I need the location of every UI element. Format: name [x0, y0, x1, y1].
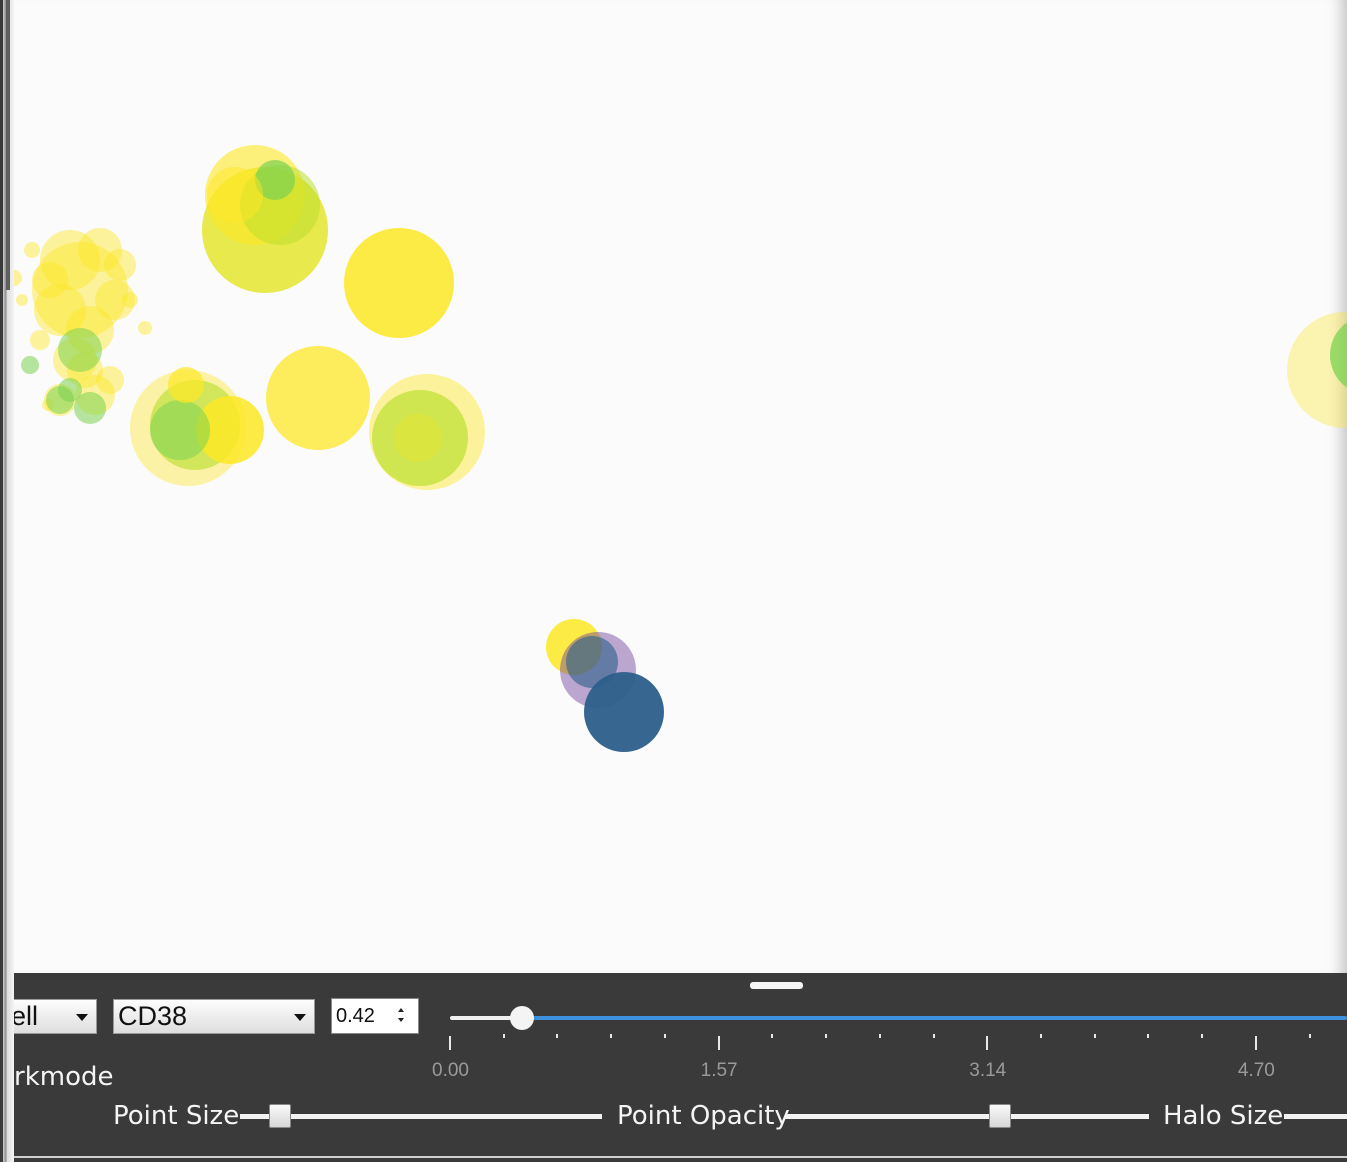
scatter-point	[104, 249, 136, 281]
scatter-point	[32, 262, 68, 298]
scatter-point	[138, 321, 152, 335]
scatter-point	[58, 328, 102, 372]
point-opacity-label: Point Opacity	[617, 1101, 790, 1131]
slider-tick	[986, 1036, 989, 1050]
marker-dropdown[interactable]: CD38	[113, 999, 315, 1034]
scatter-canvas[interactable]	[14, 0, 1347, 973]
scatter-point	[16, 294, 28, 306]
scatter-point	[21, 356, 39, 374]
slider-tick	[1039, 1034, 1042, 1038]
threshold-value: 0.42	[336, 1005, 375, 1027]
slider-tick	[663, 1034, 666, 1038]
scatter-point	[266, 346, 370, 450]
slider-tick	[1308, 1034, 1311, 1038]
point-opacity-slider-thumb[interactable]	[988, 1104, 1011, 1128]
threshold-slider-thumb[interactable]	[509, 1006, 534, 1030]
slider-tick	[1201, 1034, 1204, 1038]
slider-tick	[502, 1034, 505, 1038]
slider-tick-label: 0.00	[432, 1060, 469, 1081]
scatter-point	[30, 330, 50, 350]
cell-type-dropdown[interactable]: ell	[14, 999, 97, 1034]
scatter-point	[24, 242, 40, 258]
point-opacity-slider[interactable]	[785, 1114, 1149, 1119]
slider-tick-label: 1.57	[700, 1060, 738, 1081]
marker-value: CD38	[118, 1001, 188, 1031]
slider-tick	[878, 1034, 881, 1038]
slider-tick	[1147, 1034, 1150, 1038]
point-size-slider[interactable]	[240, 1114, 602, 1119]
darkmode-label[interactable]: rkmode	[14, 1062, 113, 1092]
slider-tick	[449, 1036, 451, 1050]
slider-tick	[1093, 1034, 1096, 1038]
point-size-slider-thumb[interactable]	[268, 1104, 291, 1128]
chevron-down-icon	[76, 1014, 88, 1021]
panel-bottom-border	[14, 1152, 1347, 1162]
point-size-label: Point Size	[113, 1101, 240, 1131]
threshold-spinbox[interactable]: 0.42	[331, 998, 419, 1034]
left-scrollbar[interactable]	[0, 0, 14, 1162]
scatter-point	[394, 414, 442, 462]
scrollbar-thumb[interactable]	[6, 0, 10, 290]
slider-tick-label: 4.70	[1237, 1060, 1275, 1081]
scatter-point	[14, 270, 22, 286]
scatter-point	[584, 672, 664, 752]
panel-resize-handle[interactable]	[750, 982, 803, 989]
slider-tick	[717, 1036, 720, 1050]
slider-tick	[610, 1034, 613, 1038]
halo-size-slider[interactable]	[1284, 1114, 1347, 1119]
slider-tick	[1254, 1036, 1257, 1050]
slider-tick-label: 3.14	[969, 1060, 1007, 1081]
control-panel: ell CD38 0.42 0.00 1.57 3.14 4.70 rkmode Po…	[14, 973, 1347, 1162]
scatter-point	[344, 228, 454, 338]
slider-tick	[771, 1034, 774, 1038]
scatter-point	[168, 367, 204, 403]
spin-down-icon[interactable]	[398, 1018, 404, 1022]
spin-up-icon[interactable]	[398, 1008, 404, 1012]
scatter-point	[46, 386, 74, 414]
scatter-point	[122, 292, 138, 308]
slider-tick	[932, 1034, 935, 1038]
chevron-down-icon	[294, 1014, 306, 1021]
threshold-slider-track[interactable]	[521, 1016, 1347, 1020]
scatter-point	[150, 400, 210, 460]
scatter-plot[interactable]	[14, 0, 1347, 973]
cell-type-value: ell	[14, 1001, 39, 1031]
slider-tick	[556, 1034, 559, 1038]
slider-tick	[825, 1034, 828, 1038]
scatter-point	[207, 167, 263, 223]
halo-size-label: Halo Size	[1163, 1101, 1284, 1131]
